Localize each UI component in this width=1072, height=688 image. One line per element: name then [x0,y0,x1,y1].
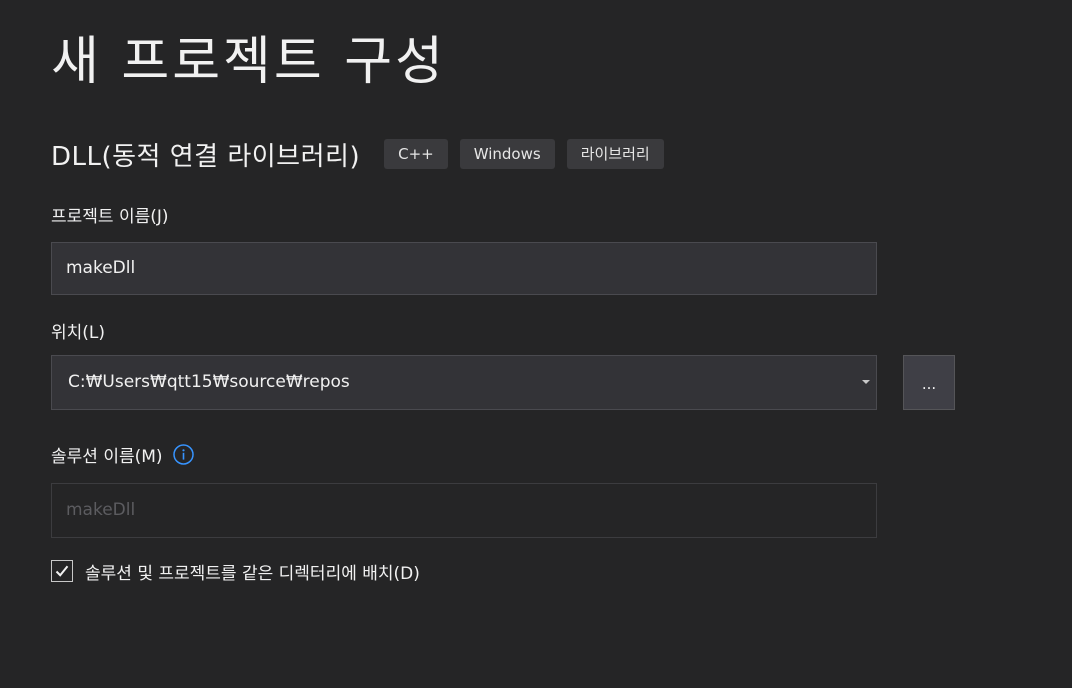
configure-project-page: 새 프로젝트 구성 DLL(동적 연결 라이브러리) C++ Windows 라… [0,0,1072,688]
chevron-down-icon[interactable] [862,380,870,384]
same-directory-label: 솔루션 및 프로젝트를 같은 디렉터리에 배치(D) [85,563,420,584]
location-combobox[interactable]: C:₩Users₩qtt15₩source₩repos [51,355,877,410]
solution-name-placeholder: makeDll [66,500,136,520]
tag-language: C++ [384,139,448,169]
solution-name-label: 솔루션 이름(M) [51,442,194,467]
project-name-input[interactable]: makeDll [51,242,877,295]
project-name-value: makeDll [66,258,136,278]
template-header: DLL(동적 연결 라이브러리) C++ Windows 라이브러리 [51,136,676,172]
same-directory-option[interactable]: 솔루션 및 프로젝트를 같은 디렉터리에 배치(D) [51,558,420,584]
page-title: 새 프로젝트 구성 [51,32,446,92]
info-icon[interactable] [172,444,194,465]
location-label: 위치(L) [51,318,105,343]
checkmark-icon [55,565,69,577]
project-name-label-text: 프로젝트 이름(J) [51,207,169,227]
location-value: C:₩Users₩qtt15₩source₩repos [68,372,350,392]
tag-platform: Windows [459,139,555,169]
template-name: DLL(동적 연결 라이브러리) [51,141,361,172]
project-name-label: 프로젝트 이름(J) [51,202,169,227]
solution-name-label-text: 솔루션 이름(M) [51,447,163,467]
tag-project-type: 라이브러리 [566,139,664,169]
browse-location-button[interactable]: ... [903,355,955,410]
same-directory-checkbox[interactable] [51,560,73,582]
location-label-text: 위치(L) [51,323,106,343]
solution-name-input[interactable]: makeDll [51,483,877,538]
